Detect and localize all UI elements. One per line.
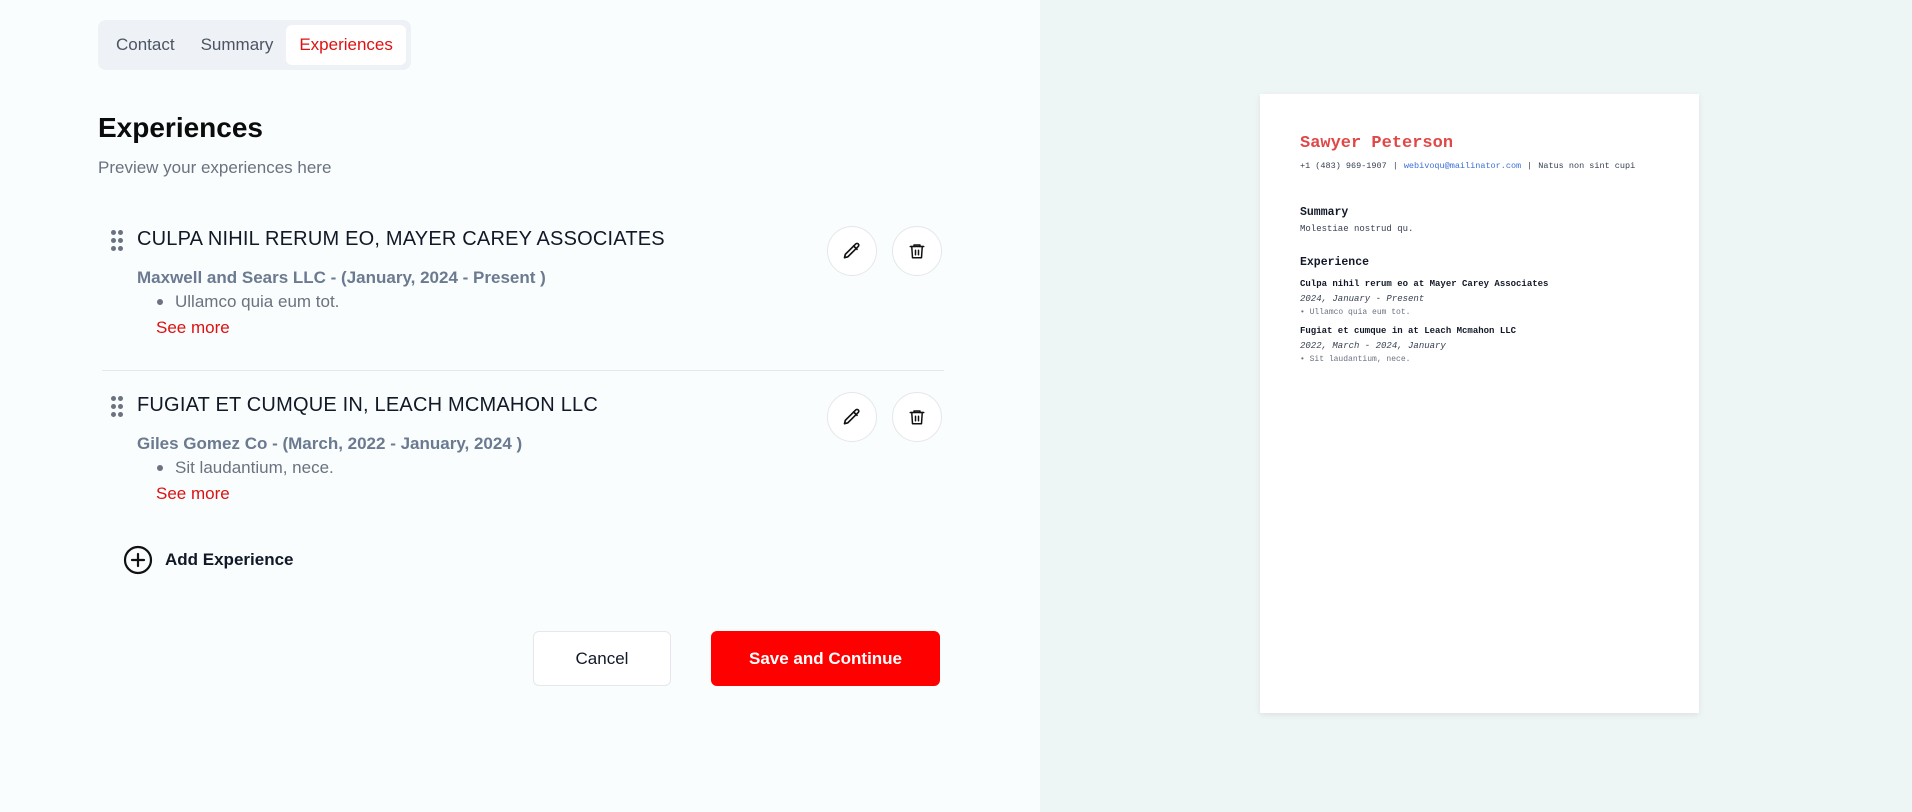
trash-icon [909, 410, 925, 425]
resume-name: Sawyer Peterson [1300, 134, 1454, 153]
resume-email: webivoqu@mailinator.com [1403, 161, 1522, 171]
experience-company-dates: Maxwell and Sears LLC - (January, 2024 -… [137, 268, 546, 287]
resume-contact-line: +1 (483) 969-1907 | webivoqu@mailinator.co… [1300, 161, 1636, 171]
trash-icon [909, 244, 925, 259]
resume-location: Natus non sint cupi [1538, 161, 1636, 171]
page-title: Experiences [98, 112, 263, 143]
tab-summary[interactable]: Summary [188, 25, 287, 65]
tab-contact[interactable]: Contact [103, 25, 188, 65]
delete-button[interactable] [892, 392, 942, 442]
resume-phone: +1 (483) 969-1907 [1300, 161, 1387, 171]
resume-summary-text: Molestiae nostrud qu. [1300, 224, 1414, 234]
resume-experience-heading: Experience [1300, 256, 1370, 269]
cancel-button[interactable]: Cancel [533, 631, 671, 686]
editor-panel: Contact Summary Experiences Experiences … [0, 0, 1040, 812]
resume-job-dates: 2022, March - 2024, January [1300, 341, 1446, 351]
drag-handle-icon[interactable] [110, 230, 124, 254]
page-subtitle: Preview your experiences here [98, 158, 332, 177]
save-and-continue-button[interactable]: Save and Continue [711, 631, 940, 686]
add-experience-label: Add Experience [165, 550, 294, 569]
resume-job-bullet: • Ullamco quia eum tot. [1300, 308, 1411, 317]
resume-job-title: Culpa nihil rerum eo at Mayer Carey Asso… [1300, 279, 1549, 289]
delete-button[interactable] [892, 226, 942, 276]
experience-company-dates: Giles Gomez Co - (March, 2022 - January,… [137, 434, 523, 453]
edit-button[interactable] [827, 226, 877, 276]
experience-bullet: Ullamco quia eum tot. [157, 292, 339, 312]
divider [102, 370, 944, 371]
pencil-icon [843, 408, 860, 425]
experience-bullet: Sit laudantium, nece. [157, 458, 334, 478]
resume-preview: Sawyer Peterson +1 (483) 969-1907 | webivo… [1260, 94, 1699, 713]
resume-summary-heading: Summary [1300, 206, 1349, 219]
drag-handle-icon[interactable] [110, 396, 124, 420]
see-more-link[interactable]: See more [156, 318, 230, 338]
pencil-icon [843, 242, 860, 259]
plus-circle-icon [123, 545, 153, 575]
resume-job-dates: 2024, January - Present [1300, 294, 1425, 304]
resume-job-bullet: • Sit laudantium, nece. [1300, 355, 1411, 364]
edit-button[interactable] [827, 392, 877, 442]
experience-title: FUGIAT ET CUMQUE IN, LEACH MCMAHON LLC [137, 394, 598, 416]
experience-title: CULPA NIHIL RERUM EO, MAYER CAREY ASSOCI… [137, 228, 665, 250]
see-more-link[interactable]: See more [156, 484, 230, 504]
add-experience-button[interactable]: Add Experience [123, 545, 294, 575]
tab-experiences[interactable]: Experiences [286, 25, 406, 65]
section-tabs: Contact Summary Experiences [98, 20, 411, 70]
resume-job-title: Fugiat et cumque in at Leach Mcmahon LLC [1300, 326, 1517, 336]
